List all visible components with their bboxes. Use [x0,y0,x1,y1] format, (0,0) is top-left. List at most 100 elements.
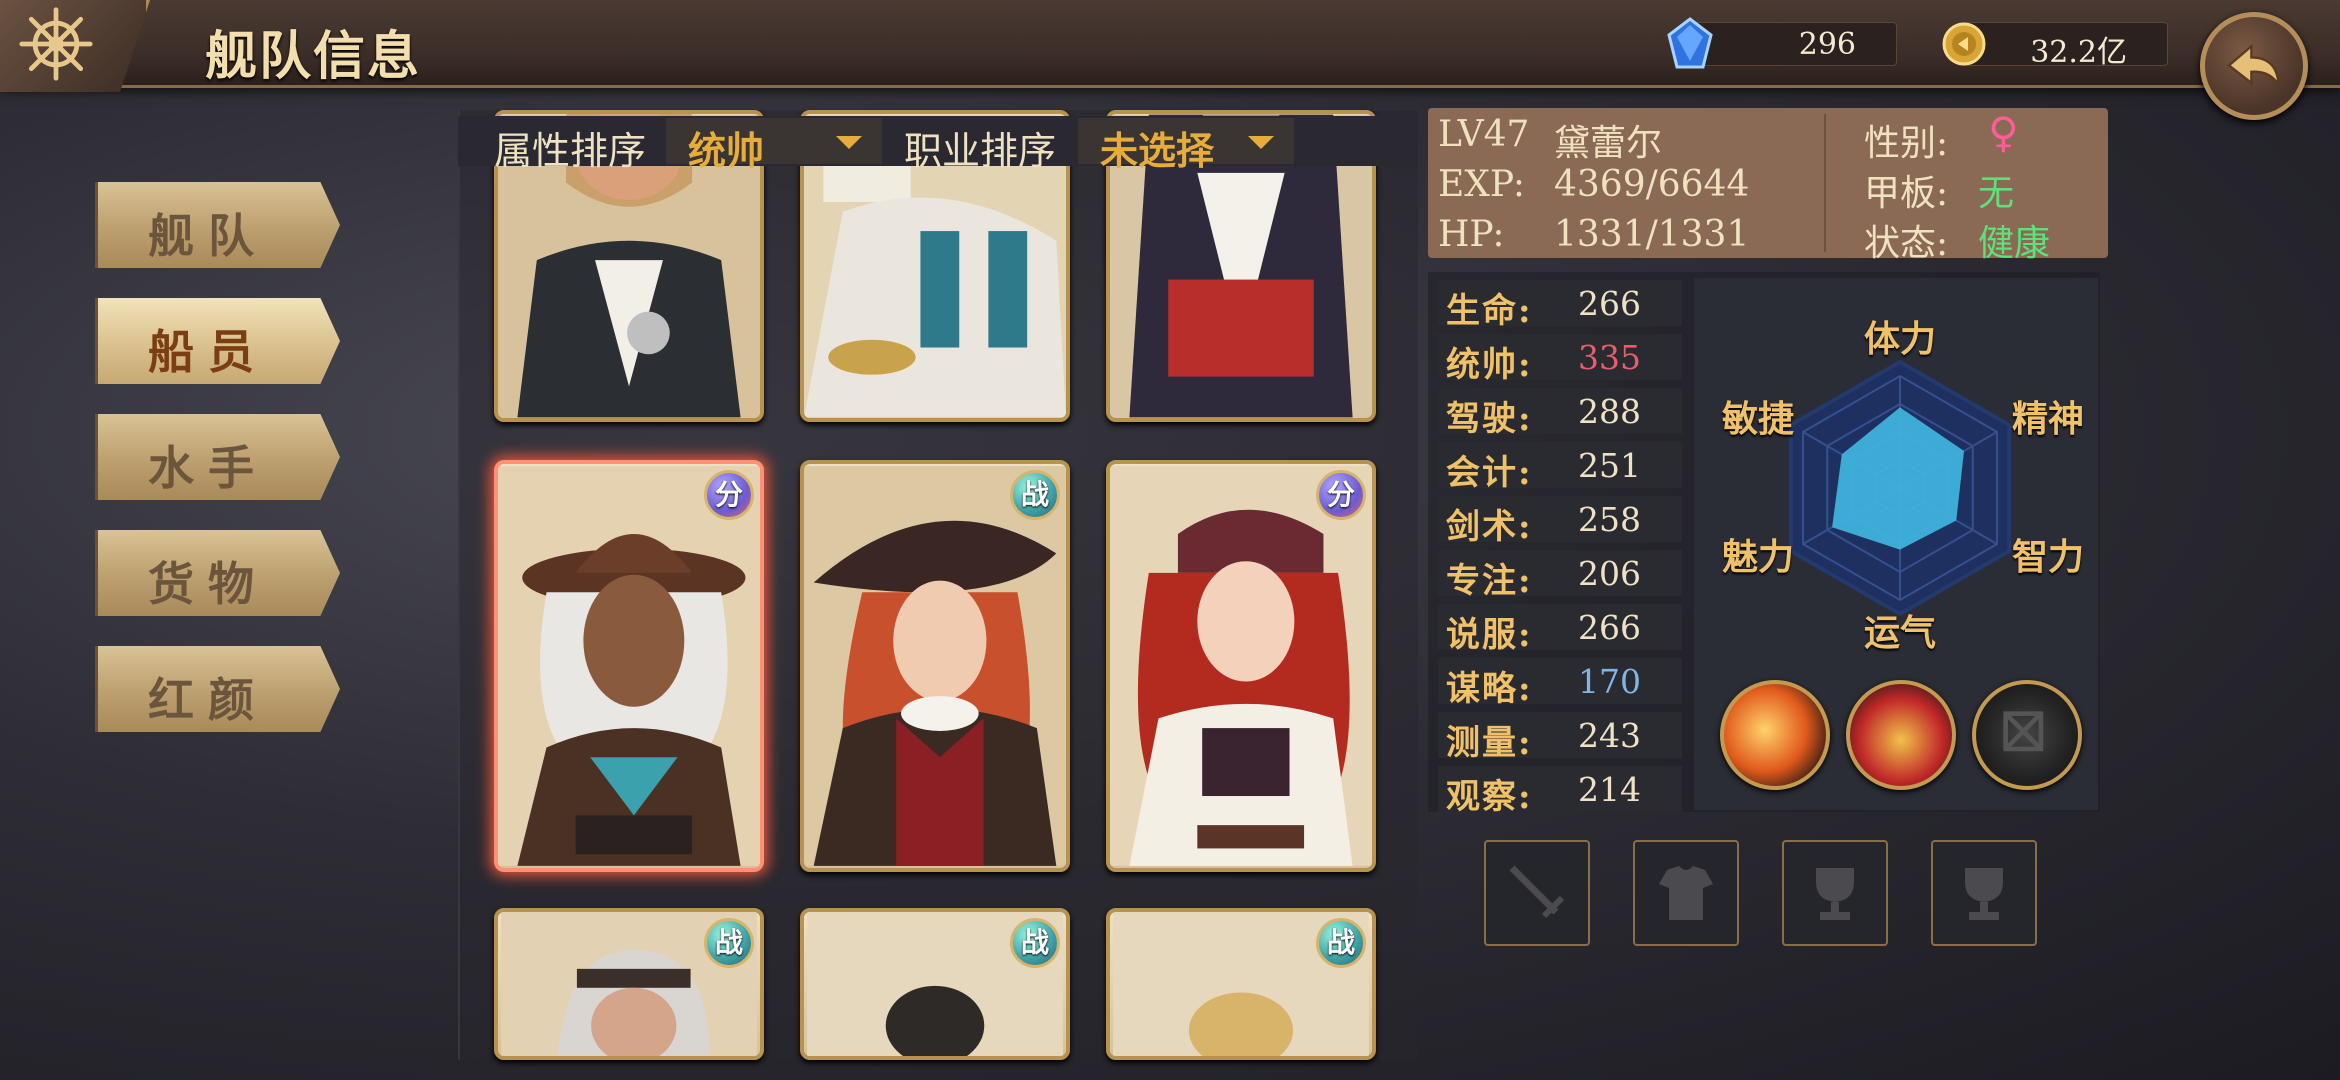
pirate-hat-skill-icon[interactable] [1846,680,1956,790]
attr-sort-value: 统帅 [688,128,765,173]
character-name: 黛蕾尔 [1554,123,1663,164]
crew-grid-panel: 分 战 分 战 战 战 [458,110,1418,1060]
character-level: LV47 [1438,114,1530,155]
menu-beauty-label: 红颜 [148,673,268,727]
stat-value: 243 [1578,716,1641,755]
radar-label-intellect: 智力 [2012,536,2085,578]
stat-label: 生命: [1446,291,1533,331]
stat-value: 335 [1578,338,1641,377]
blue-gem-icon [1667,17,1713,69]
gem-counter: 296 [1667,17,1897,69]
gold-counter: 32.2亿 [1942,22,2168,70]
class-badge-zhan: 战 [1010,470,1060,520]
ship-wheel-badge [0,0,150,92]
back-arrow-icon [2227,43,2281,89]
stat-row: 剑术: 258 [1438,496,1682,547]
radar-label-spirit: 精神 [2012,398,2085,440]
stat-label: 驾驶: [1446,399,1533,439]
menu-fleet-label: 舰队 [148,209,268,263]
trophy-icon [1816,868,1854,920]
stat-value: 266 [1578,284,1641,323]
hp-label: HP: [1438,214,1505,255]
top-bar: 舰队信息 296 32.2亿 [0,0,2340,120]
crew-card[interactable]: 战 [494,908,764,1060]
menu-cargo-label: 货物 [148,557,268,611]
gender-label: 性别: [1864,123,1949,164]
female-icon: ♀ [1988,108,2019,157]
job-sort-dropdown[interactable]: 未选择 [1078,118,1294,173]
stat-value: 214 [1578,770,1641,809]
radar-label-stamina: 体力 [1864,318,1937,360]
crew-portrait-pirate-captain [804,466,1066,866]
stat-label: 会计: [1446,453,1533,493]
menu-sailors-label: 水手 [148,441,268,495]
back-button[interactable] [2200,12,2308,120]
stat-value: 266 [1578,608,1641,647]
locked-skill-icon[interactable] [1972,680,2082,790]
stat-value: 206 [1578,554,1641,593]
crew-card[interactable]: 分 [1106,460,1376,872]
exp-value: 4369/6644 [1554,164,1750,205]
accessory-slot[interactable] [1931,840,2037,946]
menu-beauty-button[interactable]: 红颜 [95,646,340,732]
hp-value: 1331/1331 [1554,214,1750,255]
status-label: 状态: [1864,223,1949,264]
stat-value: 288 [1578,392,1641,431]
menu-crew-button[interactable]: 船员 [95,298,340,384]
job-sort-label: 职业排序 [904,129,1057,173]
attr-sort-dropdown[interactable]: 统帅 [666,118,882,173]
accessory-slot[interactable] [1782,840,1888,946]
attr-sort-label: 属性排序 [494,129,647,173]
stat-row: 观察: 214 [1438,766,1682,817]
chevron-down-icon [1248,136,1274,149]
radar-label-luck: 运气 [1864,612,1937,654]
crew-portrait-red-hair-pirate [1110,466,1372,866]
chevron-down-icon [836,136,862,149]
radar-label-agility: 敏捷 [1722,398,1795,440]
trophy-icon [1965,868,2003,920]
stat-row: 说服: 266 [1438,604,1682,655]
stat-label: 统帅: [1446,345,1533,385]
stat-row: 驾驶: 288 [1438,388,1682,439]
class-badge-zhan: 战 [1316,918,1366,968]
armor-icon [1659,866,1713,920]
stat-label: 观察: [1446,777,1533,817]
stat-label: 专注: [1446,561,1533,601]
stat-label: 谋略: [1446,669,1533,709]
crew-portrait-white-hair-cowgirl [498,466,760,866]
crew-card[interactable]: 战 [800,460,1070,872]
armor-slot[interactable] [1633,840,1739,946]
stat-value: 258 [1578,500,1641,539]
sword-icon [1509,865,1565,919]
character-info-header: LV47 黛蕾尔 EXP: 4369/6644 HP: 1331/1331 性别… [1428,108,2108,264]
radar-label-charm: 魅力 [1722,536,1795,578]
stat-value: 170 [1578,662,1641,701]
menu-sailors-button[interactable]: 水手 [95,414,340,500]
deck-label: 甲板: [1864,173,1949,214]
gem-count: 296 [1798,27,1856,62]
stat-row: 专注: 206 [1438,550,1682,601]
exp-label: EXP: [1438,164,1525,205]
gold-count: 32.2亿 [2030,35,2127,70]
crew-card-selected[interactable]: 分 [494,460,764,872]
class-badge-fen: 分 [1316,470,1366,520]
gold-coin-icon [1942,22,1986,66]
menu-cargo-button[interactable]: 货物 [95,530,340,616]
stat-row: 测量: 243 [1438,712,1682,763]
weapon-slot[interactable] [1484,840,1590,946]
crew-card[interactable]: 战 [800,908,1070,1060]
deck-value: 无 [1978,173,2015,214]
stat-label: 测量: [1446,723,1533,763]
ship-wheel-icon [19,7,93,81]
sort-filter-bar: 属性排序 统帅 职业排序 未选择 [458,116,1418,173]
status-value: 健康 [1978,223,2051,264]
class-badge-fen: 分 [704,470,754,520]
crew-card[interactable]: 战 [1106,908,1376,1060]
menu-fleet-button[interactable]: 舰队 [95,182,340,268]
job-sort-value: 未选择 [1100,128,1215,173]
stat-row: 统帅: 335 [1438,334,1682,385]
info-divider [1824,114,1826,252]
class-badge-zhan: 战 [704,918,754,968]
fire-skill-icon[interactable] [1720,680,1830,790]
stat-label: 剑术: [1446,507,1533,547]
